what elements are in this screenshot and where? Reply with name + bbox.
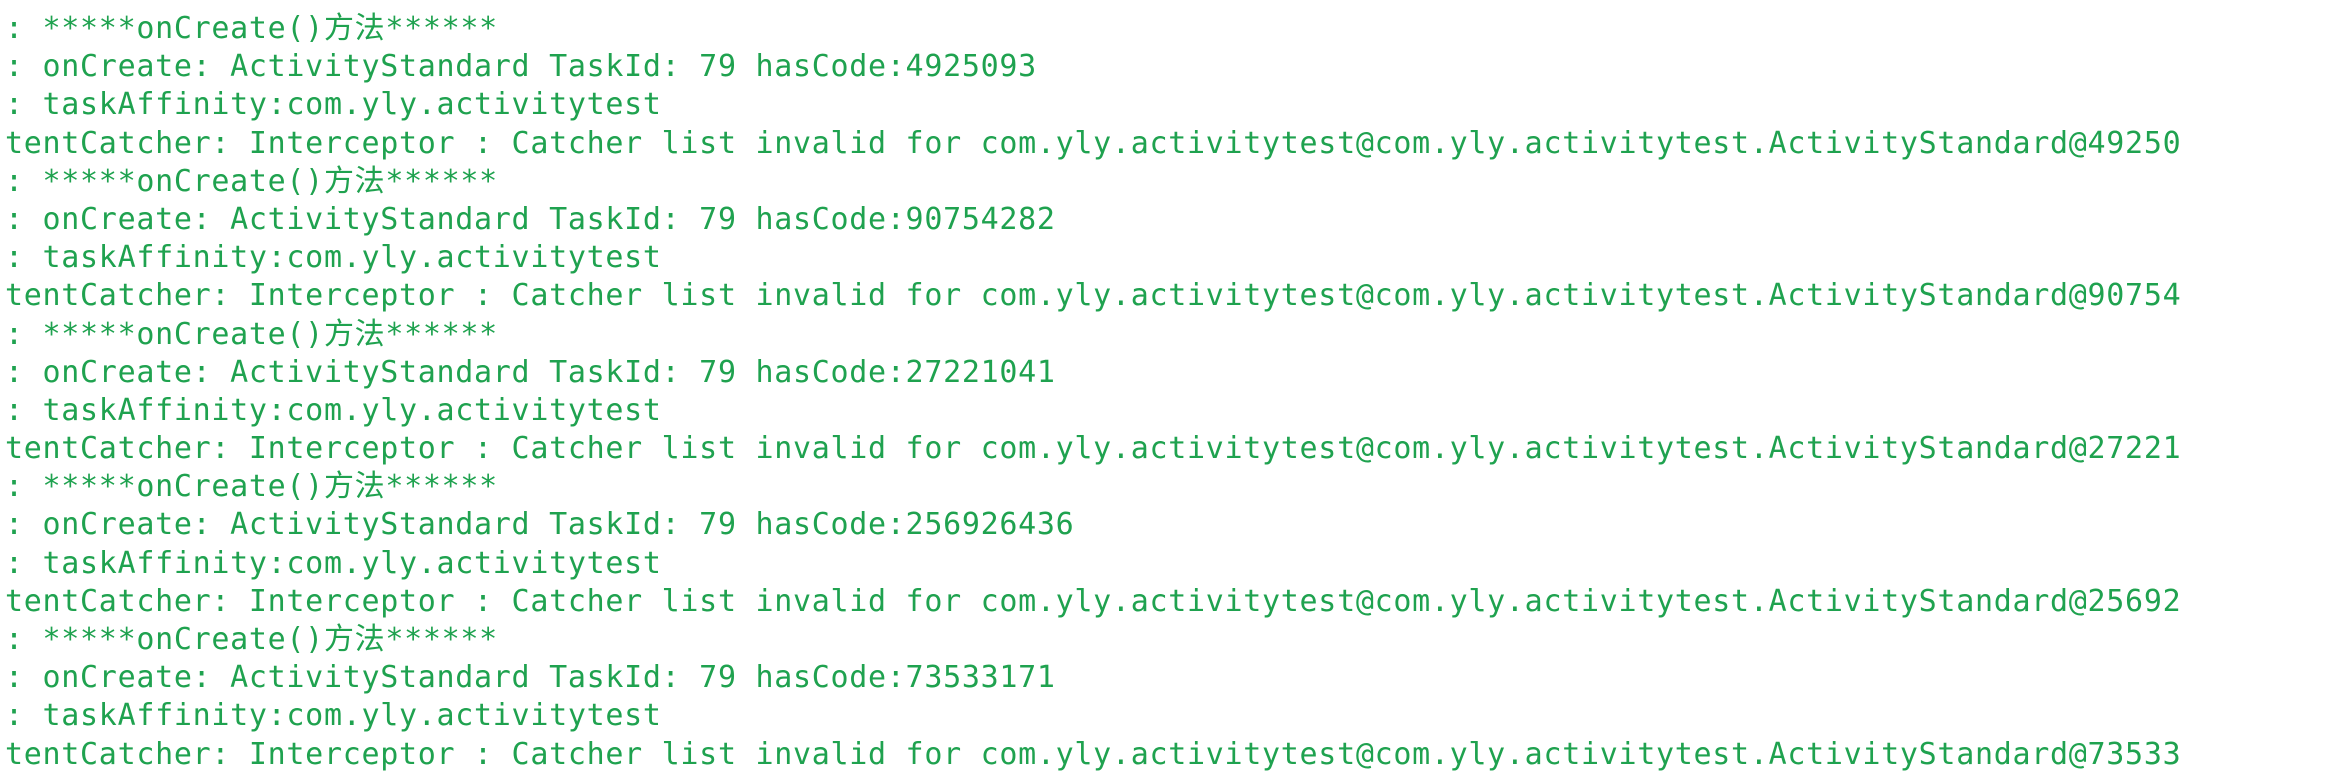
log-line: : *****onCreate()方法****** <box>5 316 498 352</box>
log-line: tentCatcher: Interceptor : Catcher list … <box>5 431 2182 467</box>
log-line: : onCreate: ActivityStandard TaskId: 79 … <box>5 660 1056 696</box>
log-line: : taskAffinity:com.yly.activitytest <box>5 392 662 428</box>
log-line: tentCatcher: Interceptor : Catcher list … <box>5 736 2182 772</box>
log-line: : taskAffinity:com.yly.activitytest <box>5 545 662 581</box>
log-line: : *****onCreate()方法****** <box>5 622 498 657</box>
log-line: tentCatcher: Interceptor : Catcher list … <box>5 125 2182 161</box>
log-line: tentCatcher: Interceptor : Catcher list … <box>5 278 2182 314</box>
logcat-output[interactable]: : *****onCreate()方法****** : onCreate: Ac… <box>0 0 2326 778</box>
log-line: : *****onCreate()方法****** <box>5 11 498 46</box>
log-line-cut-off <box>0 0 2326 10</box>
log-line: : taskAffinity:com.yly.activitytest <box>5 240 662 276</box>
log-line: : onCreate: ActivityStandard TaskId: 79 … <box>5 49 1037 85</box>
log-line: : onCreate: ActivityStandard TaskId: 79 … <box>5 354 1056 390</box>
log-line: tentCatcher: Interceptor : Catcher list … <box>5 583 2182 619</box>
log-line: : *****onCreate()方法****** <box>5 163 498 199</box>
log-line: : *****onCreate()方法****** <box>5 469 498 505</box>
log-line: : taskAffinity:com.yly.activitytest <box>5 87 662 123</box>
log-line: : taskAffinity:com.yly.activitytest <box>5 698 662 734</box>
log-line: : onCreate: ActivityStandard TaskId: 79 … <box>5 201 1056 237</box>
log-line: : onCreate: ActivityStandard TaskId: 79 … <box>5 507 1075 543</box>
